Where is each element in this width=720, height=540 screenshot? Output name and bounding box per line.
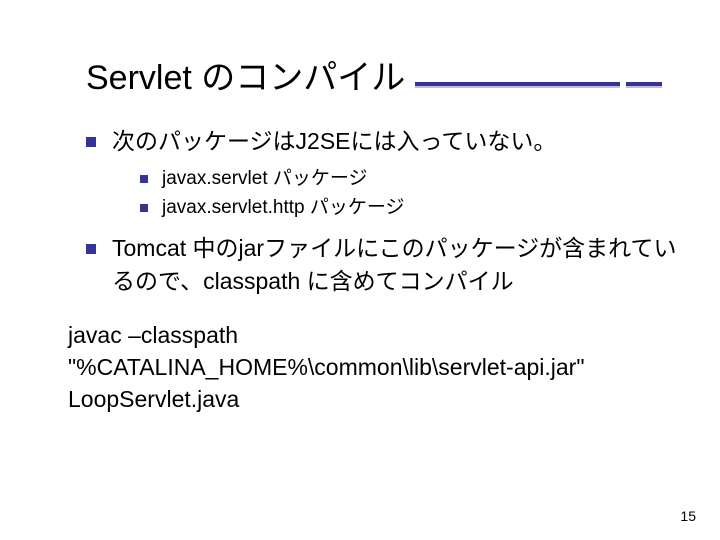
bullet-text: javax.servlet パッケージ	[162, 168, 368, 189]
code-line: "%CATALINA_HOME%\common\lib\servlet-api.…	[68, 351, 680, 383]
slide: Servlet のコンパイル 次のパッケージはJ2SEには入っていない。 jav…	[0, 0, 720, 540]
list-item: Tomcat 中のjarファイルにこのパッケージが含まれているので、classp…	[86, 232, 680, 299]
list-item: javax.servlet.http パッケージ	[140, 194, 680, 222]
page-title: Servlet のコンパイル	[40, 60, 415, 97]
code-block: javac –classpath "%CATALINA_HOME%\common…	[68, 319, 680, 416]
bullet-list-level1: 次のパッケージはJ2SEには入っていない。 javax.servlet パッケー…	[40, 125, 680, 298]
title-area: Servlet のコンパイル	[40, 60, 680, 97]
bullet-list-level2: javax.servlet パッケージ javax.servlet.http パ…	[112, 165, 680, 222]
list-item: javax.servlet パッケージ	[140, 165, 680, 193]
list-item: 次のパッケージはJ2SEには入っていない。 javax.servlet パッケー…	[86, 125, 680, 221]
bullet-text: 次のパッケージはJ2SEには入っていない。	[112, 128, 556, 154]
code-line: LoopServlet.java	[68, 383, 680, 415]
page-number: 15	[680, 508, 696, 524]
code-line: javac –classpath	[68, 319, 680, 351]
bullet-text: Tomcat 中のjarファイルにこのパッケージが含まれているので、classp…	[112, 235, 676, 294]
bullet-text: javax.servlet.http パッケージ	[162, 197, 404, 218]
